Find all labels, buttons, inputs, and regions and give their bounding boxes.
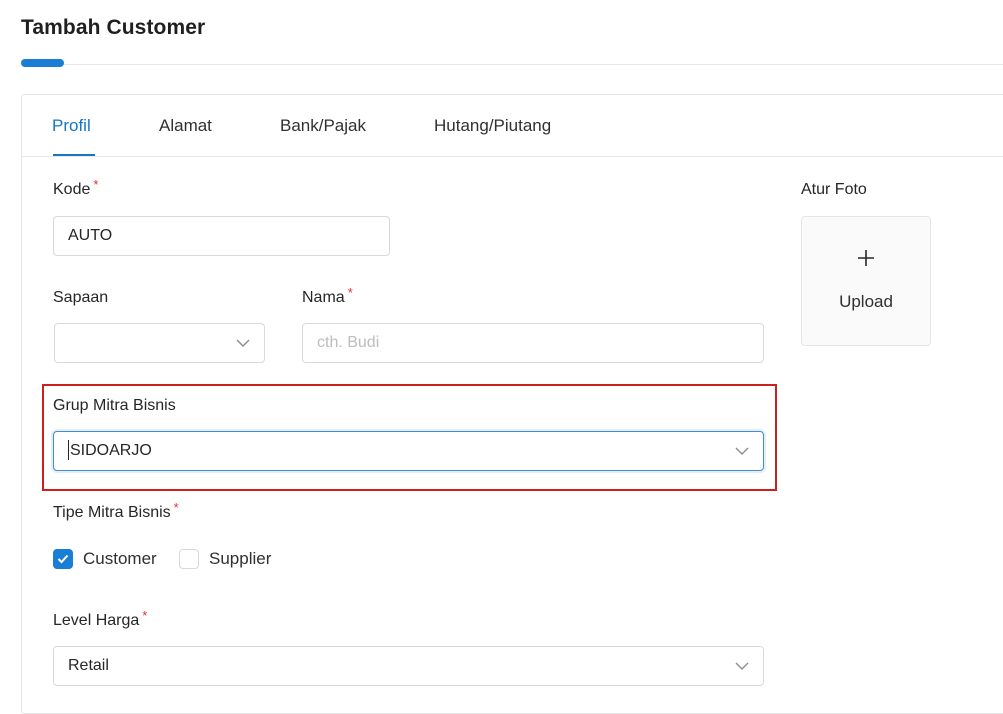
active-tab-indicator xyxy=(53,154,95,156)
grup-mitra-bisnis-select[interactable]: SIDOARJO xyxy=(53,431,764,471)
nama-input-placeholder: cth. Budi xyxy=(317,334,380,351)
customer-checkbox[interactable] xyxy=(53,549,73,569)
supplier-checkbox-label[interactable]: Supplier xyxy=(209,549,271,569)
grup-mitra-bisnis-value: SIDOARJO xyxy=(70,442,152,459)
check-icon xyxy=(57,554,69,564)
sapaan-label: Sapaan xyxy=(53,289,109,306)
sapaan-select[interactable] xyxy=(54,323,265,363)
required-mark: * xyxy=(347,285,353,300)
title-accent-bar xyxy=(21,59,64,67)
level-harga-label: Level Harga * xyxy=(53,608,147,630)
text-caret xyxy=(68,439,69,460)
kode-label-text: Kode xyxy=(53,181,91,198)
tab-alamat[interactable]: Alamat xyxy=(159,116,212,136)
nama-label-text: Nama xyxy=(302,289,345,306)
grup-mitra-bisnis-label: Grup Mitra Bisnis xyxy=(53,397,176,414)
tab-profil[interactable]: Profil xyxy=(52,116,91,136)
plus-icon xyxy=(802,249,930,267)
level-harga-value: Retail xyxy=(68,657,109,674)
nama-input[interactable]: cth. Budi xyxy=(302,323,764,363)
level-harga-label-text: Level Harga xyxy=(53,612,140,629)
level-harga-select[interactable]: Retail xyxy=(53,646,764,686)
tab-hutang-piutang[interactable]: Hutang/Piutang xyxy=(434,116,551,136)
required-mark: * xyxy=(142,608,148,623)
supplier-checkbox[interactable] xyxy=(179,549,199,569)
required-mark: * xyxy=(93,177,99,192)
kode-input[interactable]: AUTO xyxy=(53,216,390,256)
chevron-down-icon xyxy=(733,647,751,685)
customer-checkbox-label[interactable]: Customer xyxy=(83,549,157,569)
kode-label: Kode * xyxy=(53,177,98,199)
nama-label: Nama * xyxy=(302,285,353,307)
tipe-mitra-bisnis-label: Tipe Mitra Bisnis * xyxy=(53,500,179,522)
page-title: Tambah Customer xyxy=(21,16,206,39)
atur-foto-label: Atur Foto xyxy=(801,181,867,198)
required-mark: * xyxy=(173,500,179,515)
upload-photo-button[interactable]: Upload xyxy=(801,216,931,346)
chevron-down-icon xyxy=(234,324,252,362)
upload-label: Upload xyxy=(839,292,893,311)
chevron-down-icon xyxy=(733,432,751,470)
tab-bar: Profil Alamat Bank/Pajak Hutang/Piutang xyxy=(22,95,1003,157)
title-divider xyxy=(21,64,1003,65)
tipe-mitra-bisnis-label-text: Tipe Mitra Bisnis xyxy=(53,504,171,521)
tab-bank-pajak[interactable]: Bank/Pajak xyxy=(280,116,366,136)
kode-input-value: AUTO xyxy=(68,227,113,244)
